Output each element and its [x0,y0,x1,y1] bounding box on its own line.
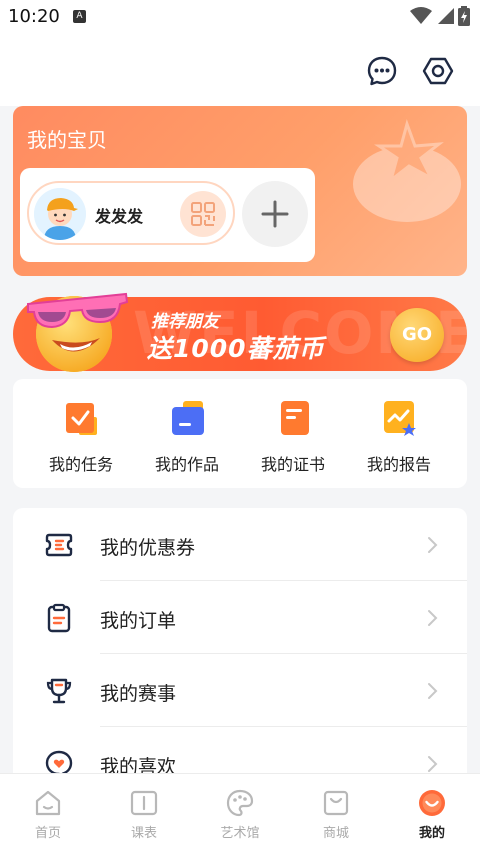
task-icon [66,403,97,435]
add-icon [261,200,289,228]
notification-badge: A [73,10,86,23]
go-button[interactable]: GO [390,308,444,362]
quick-action-label: 我的证书 [260,455,325,474]
baby-avatar [34,188,86,240]
profile-icon [419,790,445,816]
my-baby-title: 我的宝贝 [27,128,107,152]
tab-label: 首页 [34,826,61,841]
trophy-icon [46,678,72,704]
baby-inner-panel: 发发发 [20,168,315,262]
status-bar: 10:20 A [0,0,480,34]
quick-action-reports[interactable]: 我的报告 [349,397,449,477]
settings-icon[interactable] [422,55,454,87]
menu-item-coupons[interactable]: 我的优惠券 [13,508,467,581]
tab-label: 我的 [418,826,445,841]
quick-action-label: 我的报告 [366,455,431,474]
tab-home[interactable]: 首页 [8,786,88,846]
my-baby-card: 我的宝贝 发发发 [13,106,467,276]
menu-item-label: 我的订单 [100,610,177,632]
quick-action-tasks[interactable]: 我的任务 [31,397,131,477]
tab-shop[interactable]: 商城 [296,786,376,846]
certificate-icon [281,401,309,435]
chevron-right-icon [428,683,438,699]
menu-item-orders[interactable]: 我的订单 [13,581,467,654]
tab-profile[interactable]: 我的 [392,786,472,846]
add-baby-button[interactable] [242,181,308,247]
chevron-right-icon [428,610,438,626]
menu-item-competitions[interactable]: 我的赛事 [13,654,467,727]
tab-label: 商城 [322,826,349,841]
quick-action-works[interactable]: 我的作品 [137,397,237,477]
quick-action-label: 我的任务 [48,455,113,474]
order-icon [47,603,71,633]
report-icon [384,401,416,436]
wifi-icon [410,7,432,24]
menu-item-label: 我的优惠券 [100,537,196,559]
battery-icon [458,6,470,26]
status-time: 10:20 [8,6,60,27]
home-icon [35,790,61,816]
shop-icon [323,790,349,816]
chevron-right-icon [428,756,438,772]
palette-icon [226,789,254,817]
works-icon [172,401,204,435]
tab-label: 课表 [130,826,157,841]
sunglasses-emoji-icon [27,292,129,372]
quick-action-certificates[interactable]: 我的证书 [243,397,343,477]
bottom-tab-bar: 首页 课表 艺术馆 商城 我的 [0,773,480,853]
coupon-icon [45,533,73,557]
baby-name: 发发发 [95,207,144,226]
quick-action-label: 我的作品 [154,455,219,474]
top-bar [0,34,480,106]
quick-actions-panel: 我的任务 我的作品 我的证书 我的报告 [13,379,467,488]
banner-offer: 送1000蕃茄币 [147,334,325,363]
tab-label: 艺术馆 [220,826,260,841]
tomato-decoration-icon [353,119,461,222]
qr-code-button[interactable] [180,191,226,237]
chevron-right-icon [428,537,438,553]
qr-code-icon [191,202,215,226]
menu-item-label: 我的赛事 [100,683,177,705]
signal-icon [438,8,454,24]
boy-avatar-icon [34,188,86,240]
tab-art-gallery[interactable]: 艺术馆 [200,786,280,846]
schedule-icon [130,790,158,816]
menu-list: 我的优惠券 我的订单 我的赛事 我的喜欢 [13,508,467,808]
tab-schedule[interactable]: 课表 [104,786,184,846]
baby-profile-chip[interactable]: 发发发 [27,181,235,245]
message-icon[interactable] [366,55,398,87]
